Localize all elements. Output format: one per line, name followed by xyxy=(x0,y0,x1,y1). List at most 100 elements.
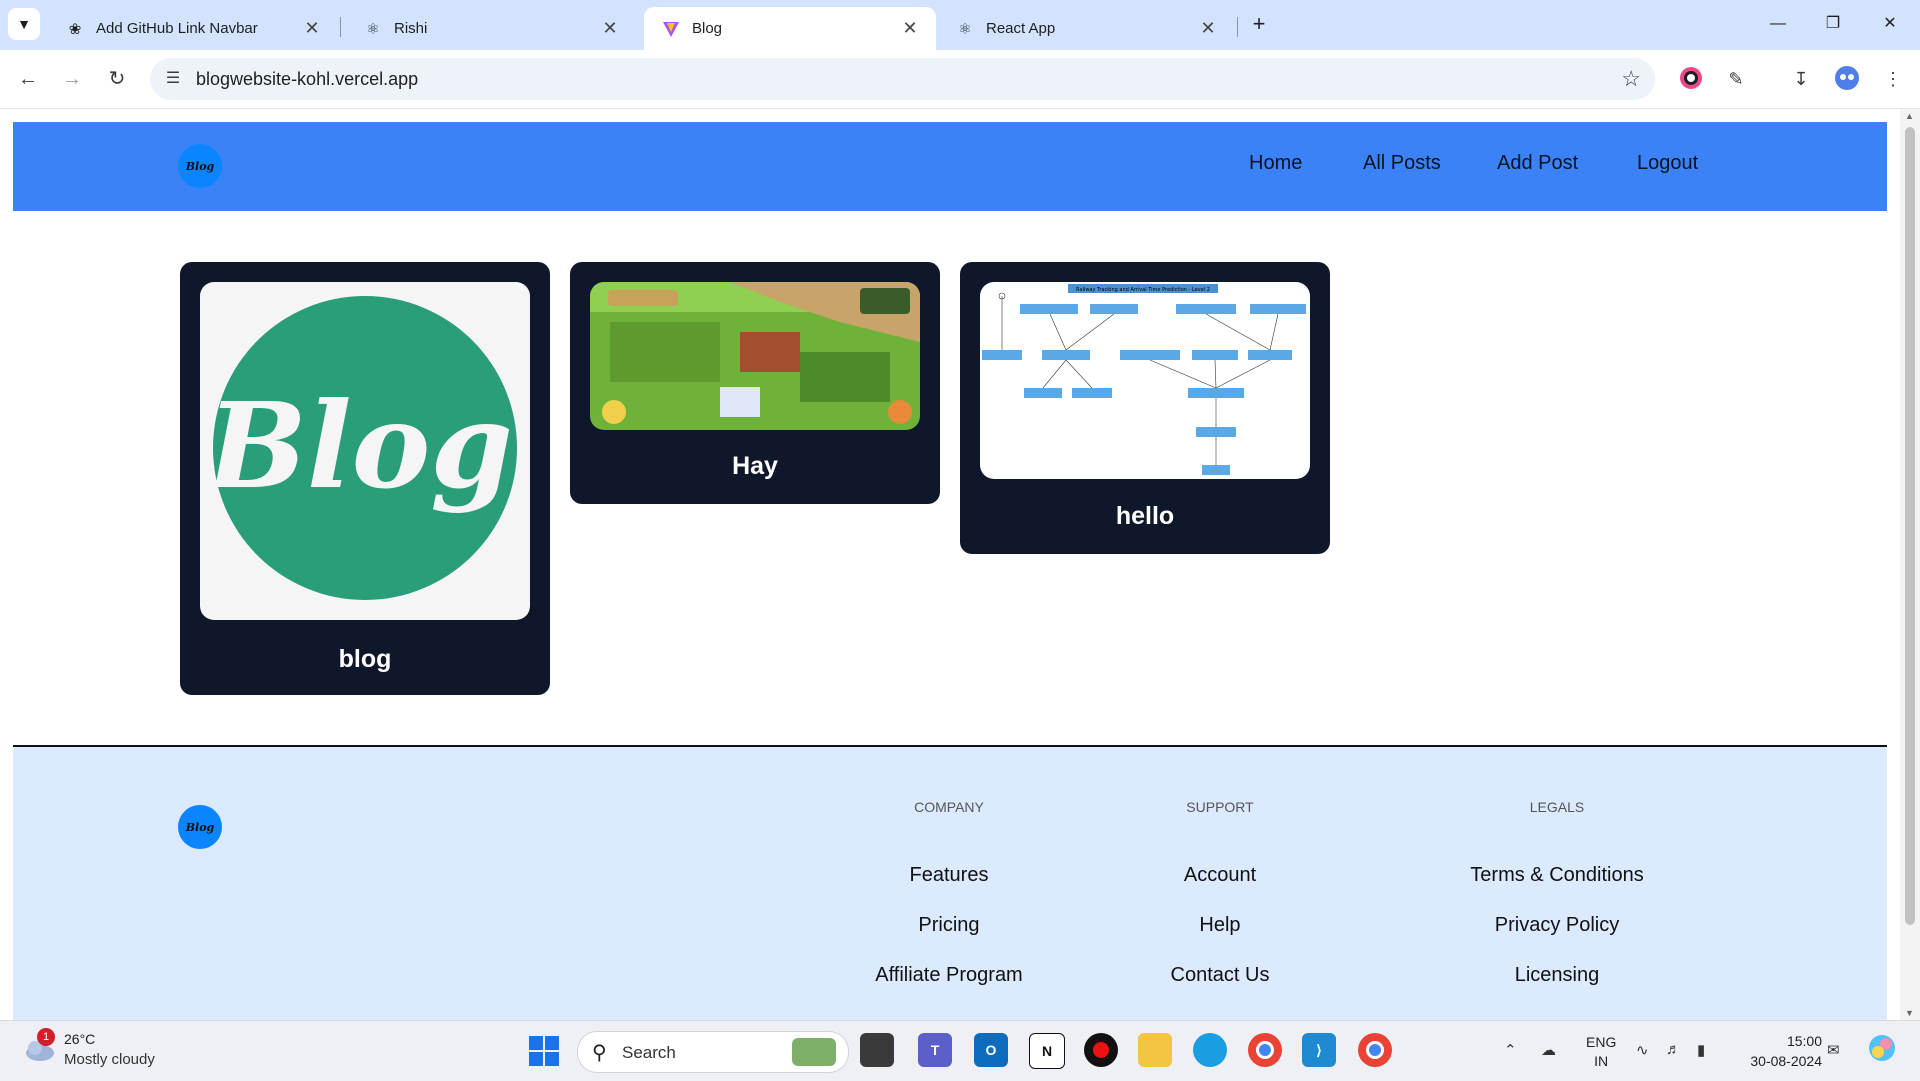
extensions-puzzle-icon[interactable]: ✎ xyxy=(1722,65,1750,93)
post-card[interactable]: Hay xyxy=(570,262,940,504)
chrome-icon[interactable] xyxy=(1248,1033,1282,1067)
bookmark-star-icon[interactable]: ☆ xyxy=(1621,66,1641,92)
footer-link-features[interactable]: Features xyxy=(819,864,1079,887)
vite-icon xyxy=(662,20,680,38)
chrome-profile-icon[interactable] xyxy=(1358,1033,1392,1067)
railway-tracking-diagram: Railway Tracking and Arrival Time Predic… xyxy=(980,282,1310,479)
footer-link-account[interactable]: Account xyxy=(1090,864,1350,887)
footer-link-affiliate-program[interactable]: Affiliate Program xyxy=(819,964,1079,987)
notion-icon[interactable]: N xyxy=(1029,1033,1065,1069)
scroll-down-arrow-icon[interactable]: ▼ xyxy=(1905,1008,1914,1018)
outlook-icon[interactable]: O xyxy=(974,1033,1008,1067)
nav-all-posts[interactable]: All Posts xyxy=(1363,152,1441,175)
site-footer: Blog Company Features Pricing Affiliate … xyxy=(13,747,1887,1020)
react-icon: ⚛ xyxy=(366,20,380,38)
footer-link-privacy-policy[interactable]: Privacy Policy xyxy=(1427,914,1687,937)
weather-notification-badge: 1 xyxy=(37,1028,55,1046)
forward-arrow-icon[interactable]: → xyxy=(54,61,90,97)
reload-icon[interactable]: ↻ xyxy=(99,61,135,97)
post-title: Hay xyxy=(732,452,778,480)
footer-link-licensing[interactable]: Licensing xyxy=(1427,964,1687,987)
footer-link-contact-us[interactable]: Contact Us xyxy=(1090,964,1350,987)
battery-icon[interactable]: ▮ xyxy=(1697,1041,1705,1059)
clock-time: 15:00 xyxy=(1786,1033,1822,1049)
diagram-title: Railway Tracking and Arrival Time Predic… xyxy=(1076,287,1210,293)
record-icon[interactable] xyxy=(1084,1033,1118,1067)
footer-heading-legals: Legals xyxy=(1529,799,1585,815)
minimize-icon[interactable]: — xyxy=(1758,8,1798,40)
search-highlight-icon xyxy=(792,1038,836,1066)
close-tab-icon[interactable]: ✕ xyxy=(600,18,620,39)
onedrive-cloud-icon[interactable]: ☁ xyxy=(1541,1041,1556,1059)
color-picker-extension-icon[interactable] xyxy=(1677,65,1705,93)
volume-icon[interactable]: ♬ xyxy=(1666,1041,1681,1058)
edge-icon[interactable] xyxy=(1193,1033,1227,1067)
close-tab-icon[interactable]: ✕ xyxy=(900,18,920,39)
close-tab-icon[interactable]: ✕ xyxy=(1198,18,1218,39)
copilot-icon[interactable] xyxy=(1867,1033,1897,1067)
new-tab-plus-icon[interactable]: + xyxy=(1245,10,1273,38)
site-logo[interactable]: Blog xyxy=(178,144,222,188)
tab-search-dropdown-icon[interactable]: ▼ xyxy=(8,8,40,40)
close-tab-icon[interactable]: ✕ xyxy=(302,18,322,39)
blog-logo-lettering: Blog xyxy=(204,376,513,515)
post-card[interactable]: Blog blog xyxy=(180,262,550,695)
address-bar[interactable]: ☰ blogwebsite-kohl.vercel.app ☆ xyxy=(150,58,1655,100)
tab-title: React App xyxy=(986,20,1056,37)
teams-icon[interactable]: T xyxy=(918,1033,952,1067)
weather-description[interactable]: Mostly cloudy xyxy=(64,1051,155,1068)
scroll-up-arrow-icon[interactable]: ▲ xyxy=(1905,111,1914,121)
file-explorer-icon[interactable] xyxy=(1138,1033,1172,1067)
windows-taskbar: 1 26°C Mostly cloudy ⚲ Search T O N ⟩ ⌃ … xyxy=(0,1020,1920,1081)
tab-react-app[interactable]: ⚛ React App ✕ xyxy=(938,7,1234,50)
tab-rishi[interactable]: ⚛ Rishi ✕ xyxy=(346,7,636,50)
clock[interactable]: 15:00 30-08-2024 xyxy=(1736,1031,1822,1071)
page-scrollbar[interactable]: ▲ ▼ xyxy=(1900,109,1920,1020)
search-icon: ⚲ xyxy=(592,1042,607,1064)
clock-date: 30-08-2024 xyxy=(1750,1053,1822,1069)
footer-heading-support: Support xyxy=(1186,799,1254,815)
language-code: ENG xyxy=(1586,1034,1617,1050)
task-view-icon[interactable] xyxy=(860,1033,894,1067)
wifi-icon[interactable]: ∿ xyxy=(1636,1041,1649,1059)
tab-title: Rishi xyxy=(394,20,428,37)
tab-add-github-link-navbar[interactable]: ❀ Add GitHub Link Navbar ✕ xyxy=(48,7,338,50)
menu-kebab-icon[interactable]: ⋮ xyxy=(1879,65,1907,93)
tray-overflow-chevron-icon[interactable]: ⌃ xyxy=(1504,1041,1517,1059)
back-arrow-icon[interactable]: ← xyxy=(10,61,46,97)
footer-heading-company: Company xyxy=(914,799,984,815)
notification-bell-icon[interactable]: ✉ xyxy=(1827,1041,1840,1059)
tab-separator xyxy=(1237,17,1238,37)
weather-temperature[interactable]: 26°C xyxy=(64,1031,95,1047)
region-code: IN xyxy=(1594,1053,1609,1069)
footer-link-pricing[interactable]: Pricing xyxy=(819,914,1079,937)
url-text[interactable]: blogwebsite-kohl.vercel.app xyxy=(196,69,418,90)
react-icon: ⚛ xyxy=(958,20,972,38)
scroll-thumb[interactable] xyxy=(1905,127,1915,925)
nav-add-post[interactable]: Add Post xyxy=(1497,152,1578,175)
footer-logo[interactable]: Blog xyxy=(178,805,222,849)
profile-avatar-icon[interactable] xyxy=(1833,65,1861,93)
site-header: Blog Home All Posts Add Post Logout xyxy=(13,122,1887,211)
vscode-icon[interactable]: ⟩ xyxy=(1302,1033,1336,1067)
tab-strip: ▼ ❀ Add GitHub Link Navbar ✕ ⚛ Rishi ✕ B… xyxy=(0,0,1920,50)
tab-title: Add GitHub Link Navbar xyxy=(96,20,258,37)
close-window-icon[interactable]: ✕ xyxy=(1870,8,1910,40)
tab-separator xyxy=(340,17,341,37)
hayday-game-screenshot xyxy=(590,282,920,430)
openai-icon: ❀ xyxy=(68,20,82,38)
blog-logo-image: Blog xyxy=(200,282,530,620)
language-indicator[interactable]: ENG IN xyxy=(1586,1033,1616,1071)
post-card[interactable]: Railway Tracking and Arrival Time Predic… xyxy=(960,262,1330,554)
download-icon[interactable]: ↧ xyxy=(1787,65,1815,93)
tab-blog[interactable]: Blog ✕ xyxy=(644,7,936,50)
restore-icon[interactable]: ❐ xyxy=(1813,8,1853,40)
footer-link-terms[interactable]: Terms & Conditions xyxy=(1427,864,1687,887)
footer-link-help[interactable]: Help xyxy=(1090,914,1350,937)
taskbar-search-label: Search xyxy=(622,1043,676,1062)
nav-logout[interactable]: Logout xyxy=(1637,152,1698,175)
taskbar-search[interactable]: ⚲ Search xyxy=(577,1031,849,1073)
windows-start-icon[interactable] xyxy=(529,1036,559,1066)
site-info-icon[interactable]: ☰ xyxy=(162,68,184,90)
nav-home[interactable]: Home xyxy=(1249,152,1302,175)
